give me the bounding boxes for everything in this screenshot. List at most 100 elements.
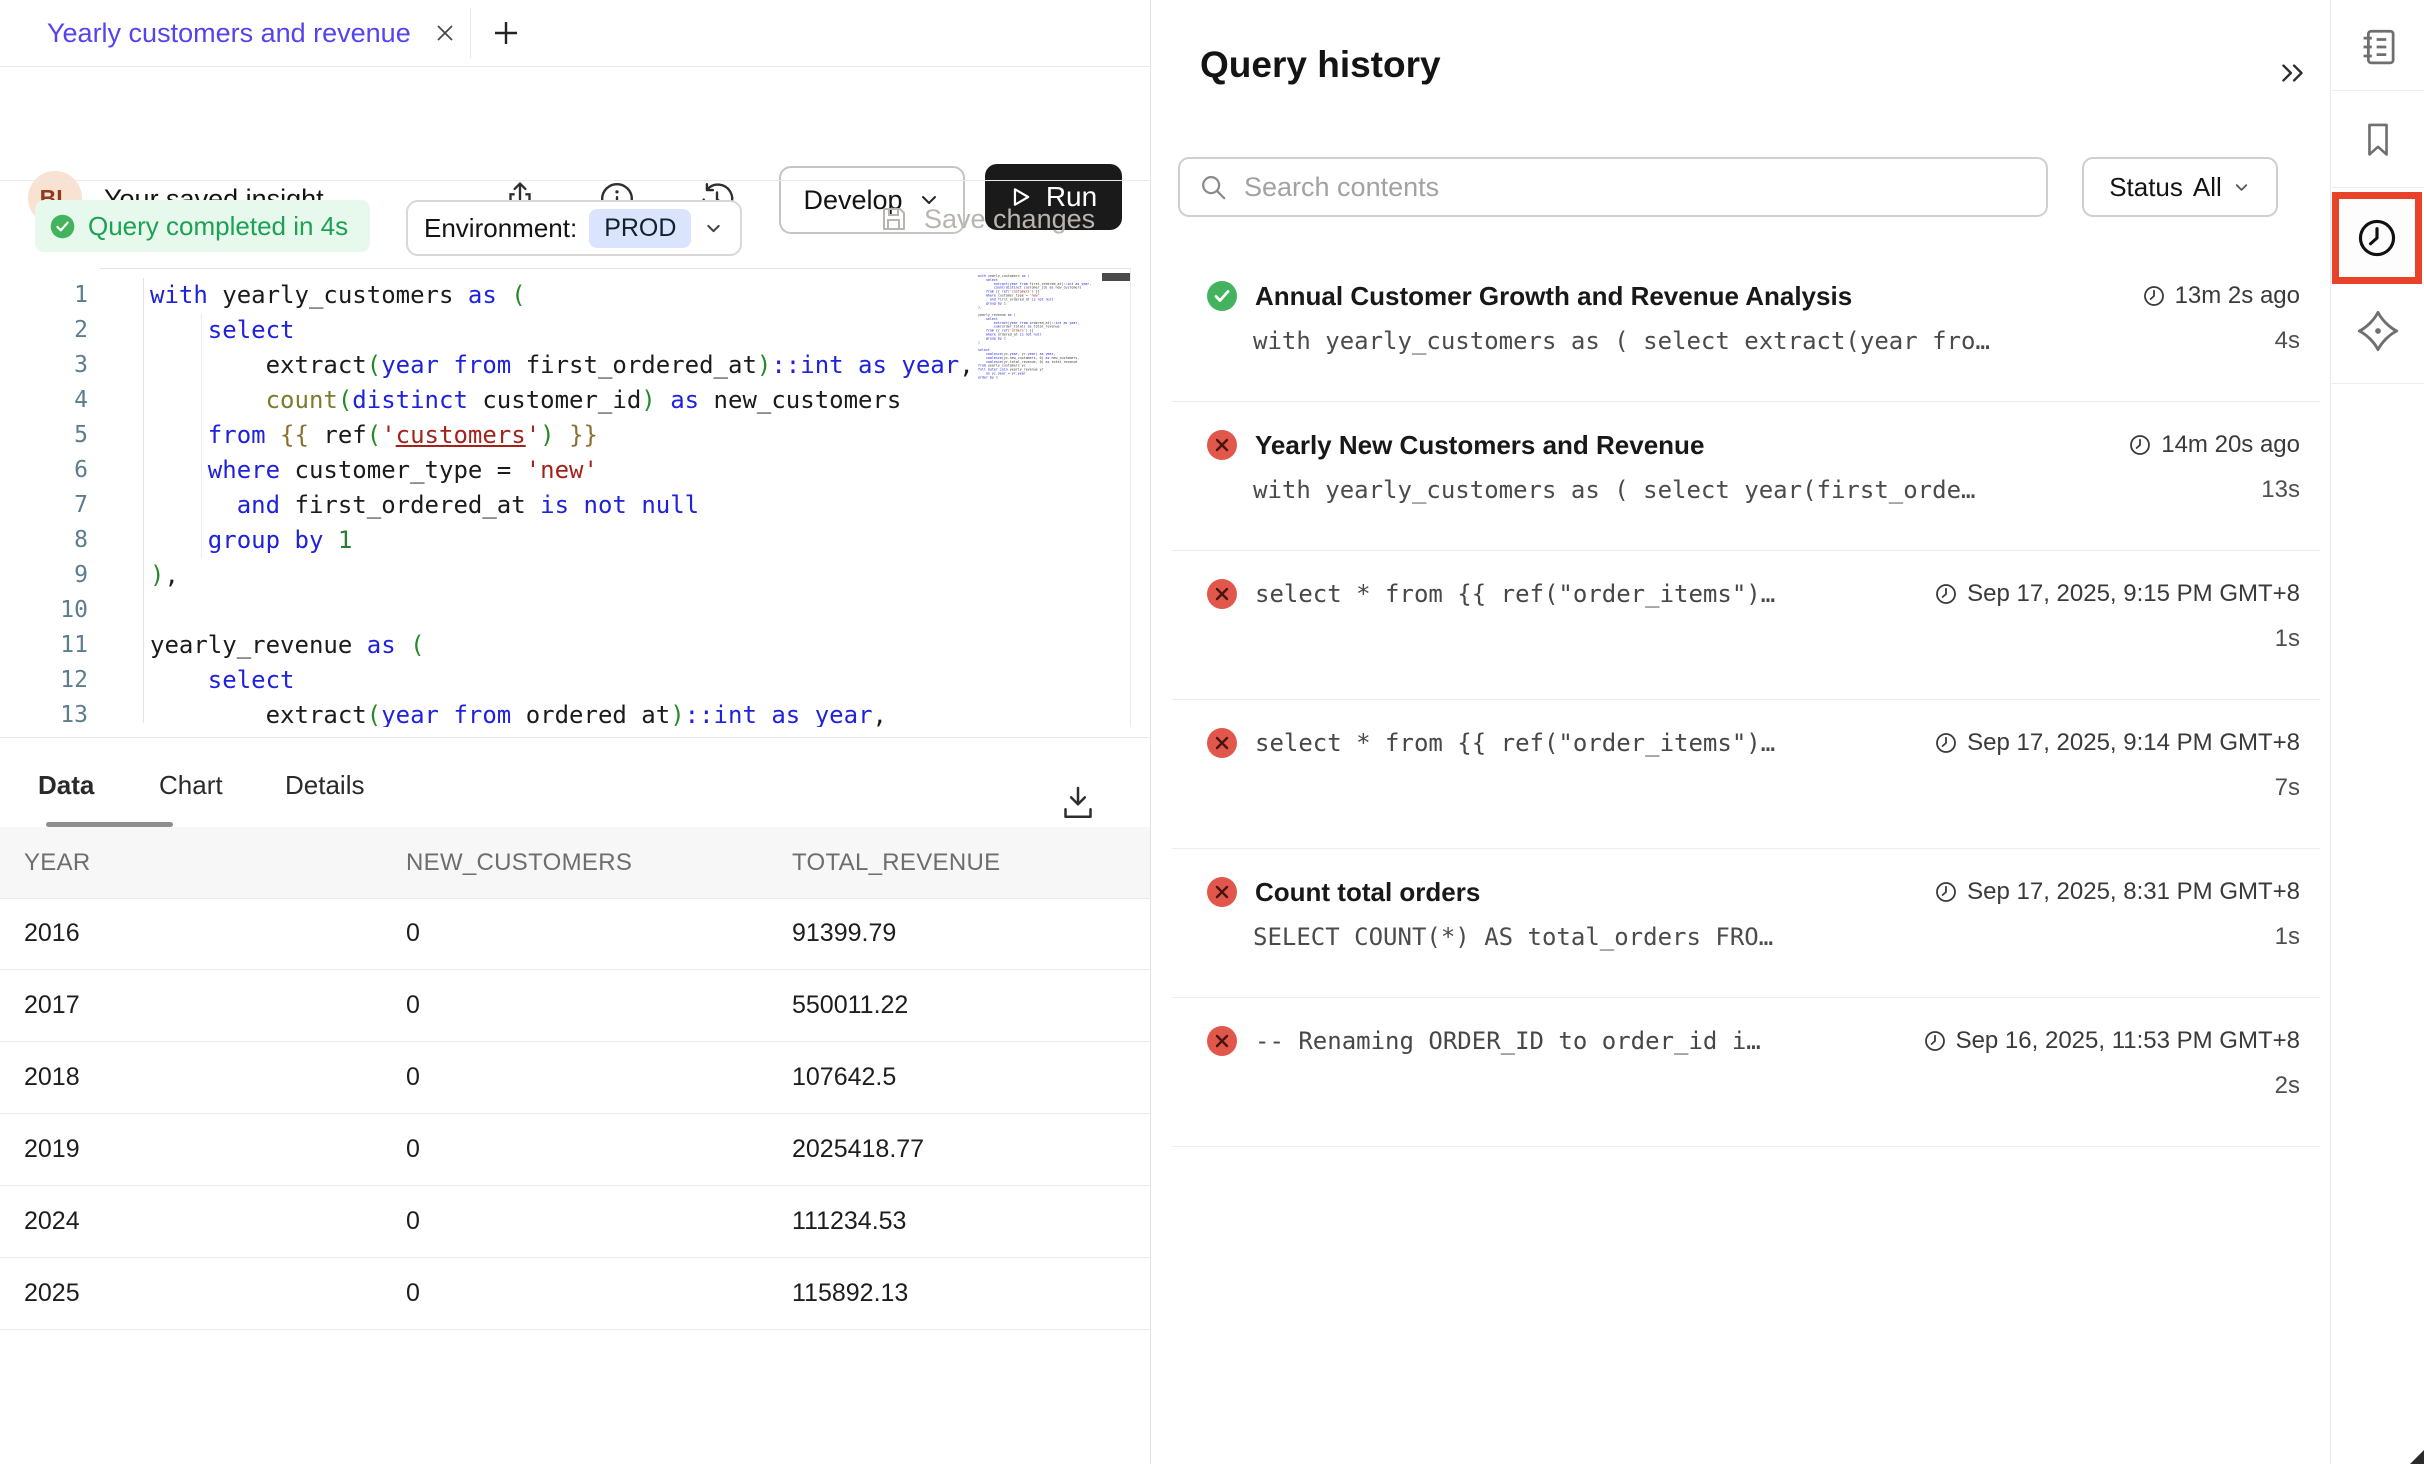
- editor-gutter: 12345678910111213: [0, 278, 88, 727]
- table-row: 20180107642.5: [0, 1042, 1150, 1114]
- check-circle-icon: [49, 213, 76, 240]
- history-item[interactable]: -- Renaming ORDER_ID to order_id i… Sep 1…: [1172, 998, 2320, 1147]
- table-cell: 0: [406, 1279, 420, 1308]
- history-item-time: Sep 17, 2025, 9:14 PM GMT+8: [1934, 729, 2300, 757]
- search-box[interactable]: [1178, 157, 2048, 217]
- tab-chart[interactable]: Chart: [159, 770, 223, 801]
- plus-icon: [490, 17, 522, 49]
- save-changes-label: Save changes: [924, 204, 1095, 235]
- table-cell: 115892.13: [792, 1279, 908, 1308]
- tab-close-icon[interactable]: [433, 21, 457, 45]
- history-item-time: Sep 16, 2025, 11:53 PM GMT+8: [1923, 1027, 2300, 1055]
- history-item[interactable]: select * from {{ ref("order_items")… Sep …: [1172, 700, 2320, 849]
- panel-title: Query history: [1200, 44, 1441, 86]
- search-icon: [1198, 172, 1228, 202]
- table-cell: 0: [406, 919, 420, 948]
- history-item-duration: 7s: [2275, 774, 2300, 802]
- collapse-panel-icon[interactable]: [2276, 56, 2312, 92]
- history-item-title: Annual Customer Growth and Revenue Analy…: [1255, 281, 2125, 312]
- download-icon[interactable]: [1058, 783, 1098, 823]
- clock-icon: [1934, 731, 1958, 755]
- table-cell: 2018: [24, 1063, 80, 1092]
- tab-bar: Yearly customers and revenue: [0, 0, 1150, 66]
- status-filter-label: Status: [2109, 172, 2183, 203]
- rail-separator: [2332, 187, 2424, 188]
- query-history-panel: Query history Status All Annual Customer…: [1151, 0, 2330, 1464]
- bookmark-icon[interactable]: [2331, 93, 2424, 187]
- history-item-duration: 4s: [2275, 327, 2300, 355]
- results-section: Data Chart Details YEAR NEW_CUSTOMERS TO…: [0, 737, 1150, 1464]
- editor-top-border: [100, 268, 1130, 269]
- history-item-time: 13m 2s ago: [2142, 282, 2300, 310]
- tab-details[interactable]: Details: [285, 770, 364, 801]
- history-item[interactable]: select * from {{ ref("order_items")…Sep …: [1172, 551, 2320, 700]
- history-item[interactable]: Yearly New Customers and Revenue14m 20s …: [1172, 402, 2320, 551]
- status-row: Query completed in 4s Environment: PROD …: [0, 181, 1150, 268]
- resize-grip[interactable]: [2410, 1450, 2424, 1464]
- indent-guide: [143, 278, 144, 723]
- history-item[interactable]: Count total orders Sep 17, 2025, 8:31 PM …: [1172, 849, 2320, 998]
- history-item-title: -- Renaming ORDER_ID to order_id i…: [1255, 1027, 1906, 1055]
- history-item-title: select * from {{ ref("order_items")…: [1255, 580, 1917, 608]
- save-icon: [878, 203, 910, 235]
- history-list: Annual Customer Growth and Revenue Analy…: [1172, 253, 2320, 1147]
- table-cell: 111234.53: [792, 1207, 906, 1236]
- history-item-sql: SELECT COUNT(*) AS total_orders FRO…: [1253, 923, 2275, 951]
- save-changes-button[interactable]: Save changes: [878, 203, 1095, 235]
- history-item-duration: 1s: [2275, 923, 2300, 951]
- chevron-down-icon: [2232, 178, 2251, 197]
- new-tab-button[interactable]: [486, 13, 526, 53]
- rail-separator: [2332, 383, 2424, 384]
- results-table-body: 2016091399.7920170550011.2220180107642.5…: [0, 898, 1150, 1330]
- history-item[interactable]: Annual Customer Growth and Revenue Analy…: [1172, 253, 2320, 402]
- table-cell: 2019: [24, 1135, 80, 1164]
- chevron-down-icon: [703, 218, 724, 239]
- history-item-title: Yearly New Customers and Revenue: [1255, 430, 2111, 461]
- table-row: 2025 0 115892.13: [0, 1258, 1150, 1330]
- table-cell: 2024: [24, 1207, 80, 1236]
- notebook-icon[interactable]: [2331, 0, 2424, 94]
- query-status-text: Query completed in 4s: [88, 211, 348, 242]
- table-cell: 91399.79: [792, 919, 896, 948]
- editor-code[interactable]: with yearly_customers as ( select extrac…: [150, 278, 974, 727]
- environment-dropdown[interactable]: Environment: PROD: [406, 200, 742, 256]
- table-header: YEAR NEW_CUSTOMERS TOTAL_REVENUE: [0, 827, 1150, 899]
- table-row: 20170550011.22: [0, 970, 1150, 1042]
- history-clock-icon[interactable]: [2354, 215, 2400, 261]
- tab-title: Yearly customers and revenue: [47, 18, 411, 49]
- status-filter-dropdown[interactable]: Status All: [2082, 157, 2278, 217]
- history-item-sql: with yearly_customers as ( select extrac…: [1253, 327, 2275, 355]
- table-row: 2016091399.79: [0, 898, 1150, 970]
- editor-minimap[interactable]: with yearly_customers as ( select extrac…: [978, 274, 1100, 719]
- editor-minimap-content: with yearly_customers as ( select extrac…: [978, 274, 1098, 379]
- clock-icon: [1923, 1029, 1947, 1053]
- dbt-icon[interactable]: [2331, 284, 2424, 378]
- table-cell: 0: [406, 991, 420, 1020]
- history-item-duration: 2s: [2275, 1072, 2300, 1100]
- history-item-duration: 1s: [2275, 625, 2300, 653]
- error-icon: [1206, 1025, 1238, 1057]
- sql-editor[interactable]: 12345678910111213 with yearly_customers …: [0, 268, 1150, 727]
- status-filter-value: All: [2193, 172, 2222, 203]
- table-cell: 2025418.77: [792, 1135, 924, 1164]
- clock-icon: [2128, 433, 2152, 457]
- error-icon: [1206, 876, 1238, 908]
- highlight-box: [2332, 192, 2422, 284]
- column-header-year: YEAR: [24, 849, 91, 877]
- tab-data[interactable]: Data: [38, 770, 94, 801]
- table-cell: 0: [406, 1063, 420, 1092]
- history-item-time: Sep 17, 2025, 8:31 PM GMT+8: [1934, 878, 2300, 906]
- table-cell: 2017: [24, 991, 80, 1020]
- search-input[interactable]: [1242, 171, 2028, 204]
- tab-yearly-customers[interactable]: Yearly customers and revenue: [47, 0, 457, 66]
- history-item-title: select * from {{ ref("order_items")…: [1255, 729, 1917, 757]
- insight-toolbar: BL Your saved insight Develop Run: [0, 66, 1150, 180]
- clock-icon: [1934, 880, 1958, 904]
- error-icon: [1206, 429, 1238, 461]
- editor-scrollbar-thumb[interactable]: [1102, 273, 1130, 281]
- table-cell: 2025: [24, 1279, 80, 1308]
- history-item-sql: with yearly_customers as ( select year(f…: [1253, 476, 2261, 504]
- error-icon: [1206, 727, 1238, 759]
- table-cell: 0: [406, 1207, 420, 1236]
- history-item-title: Count total orders: [1255, 877, 1917, 908]
